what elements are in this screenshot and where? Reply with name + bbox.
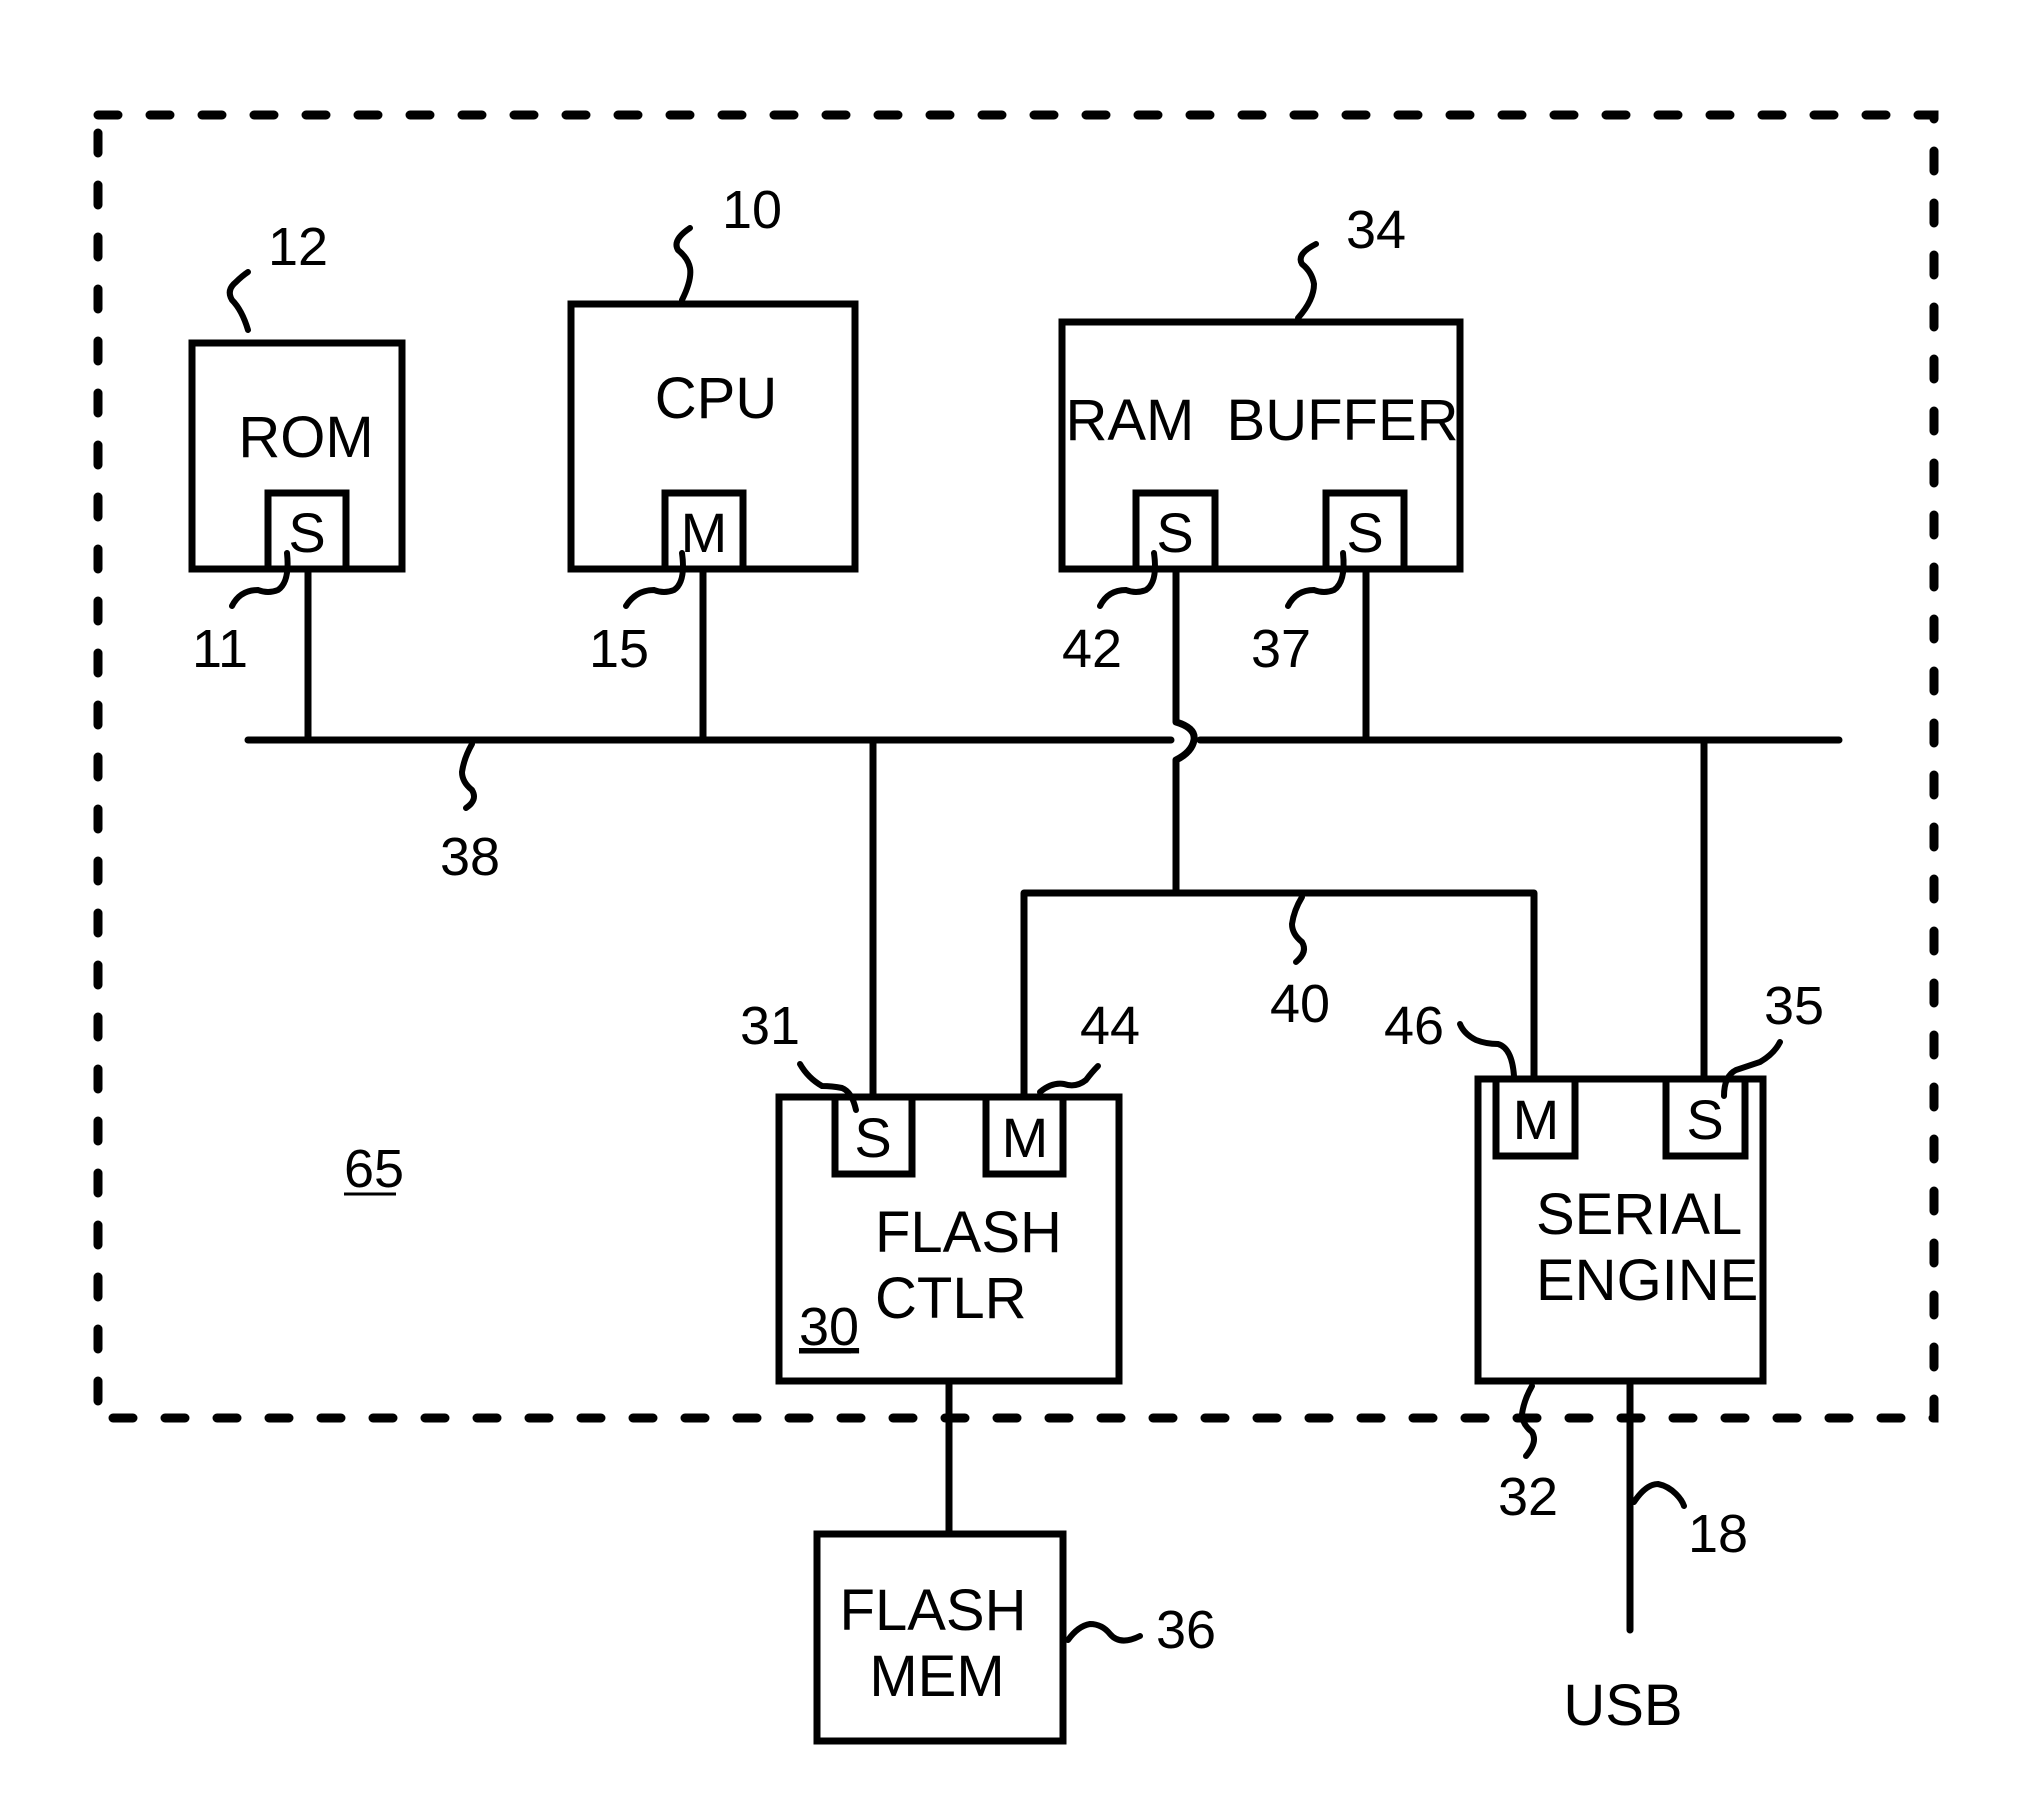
cpu-block: CPU M bbox=[567, 300, 859, 573]
rom-ref: 12 bbox=[268, 217, 328, 277]
flash-mem-label-line2: MEM bbox=[869, 1644, 1004, 1709]
flash-mem-ref: 36 bbox=[1156, 1600, 1216, 1660]
serial-master-leader bbox=[1457, 1021, 1517, 1079]
secondary-bus-ref: 40 bbox=[1270, 974, 1330, 1034]
serial-engine-label-line1: SERIAL bbox=[1536, 1182, 1742, 1247]
block-diagram: ROM S CPU M RAM BUFFER S S S M FLASH CTL… bbox=[93, 110, 1939, 1745]
flash-mem-block: FLASH MEM bbox=[813, 1530, 1067, 1745]
flash-ctlr-master-ref: 44 bbox=[1080, 996, 1140, 1056]
ram-port-37-ref: 37 bbox=[1251, 619, 1311, 679]
flash-ctlr-slave-ref: 31 bbox=[740, 996, 800, 1056]
rom-leader bbox=[226, 269, 251, 333]
container-ref: 65 bbox=[344, 1139, 404, 1199]
usb-leader bbox=[1631, 1480, 1687, 1509]
flash-ctlr-ref: 30 bbox=[799, 1297, 859, 1357]
cpu-port-label: M bbox=[681, 501, 728, 564]
serial-engine-label-line2: ENGINE bbox=[1536, 1248, 1758, 1313]
flash-ctlr-label-line2: CTLR bbox=[875, 1266, 1026, 1331]
cpu-leader bbox=[673, 225, 694, 303]
serial-master-ref: 46 bbox=[1384, 996, 1444, 1056]
serial-engine-block: M S SERIAL ENGINE bbox=[1474, 1075, 1767, 1385]
main-bus-ref: 38 bbox=[440, 827, 500, 887]
flash-ctlr-label-line1: FLASH bbox=[875, 1200, 1062, 1265]
cpu-ref: 10 bbox=[722, 180, 782, 240]
flash-ctlr-block: S M FLASH CTLR 30 bbox=[775, 1093, 1123, 1385]
rom-block: ROM S bbox=[188, 339, 406, 573]
main-bus-leader bbox=[458, 741, 477, 811]
flash-ctlr-master-label: M bbox=[1002, 1106, 1049, 1169]
serial-master-label: M bbox=[1513, 1088, 1560, 1151]
cpu-label: CPU bbox=[655, 366, 777, 431]
rom-label: ROM bbox=[238, 405, 373, 470]
ram-port-42-ref: 42 bbox=[1062, 619, 1122, 679]
ram-ref: 34 bbox=[1346, 200, 1406, 260]
serial-slave-ref: 35 bbox=[1764, 976, 1824, 1036]
ram-port-42-label: S bbox=[1156, 501, 1193, 564]
flash-mem-label-line1: FLASH bbox=[840, 1578, 1027, 1643]
ram-port-37-label: S bbox=[1346, 501, 1383, 564]
usb-label: USB bbox=[1563, 1673, 1682, 1738]
flash-ctlr-master-leader bbox=[1037, 1063, 1101, 1095]
serial-engine-ref: 32 bbox=[1498, 1467, 1558, 1527]
usb-ref: 18 bbox=[1688, 1504, 1748, 1564]
flash-mem-leader bbox=[1065, 1620, 1143, 1644]
rom-port-label: S bbox=[288, 501, 325, 564]
cpu-port-ref: 15 bbox=[589, 619, 649, 679]
rom-port-ref: 11 bbox=[192, 619, 248, 679]
ram-buffer-block: RAM BUFFER S S bbox=[1058, 318, 1464, 573]
serial-slave-label: S bbox=[1686, 1088, 1723, 1151]
secondary-bus-leader bbox=[1288, 894, 1307, 965]
ram-buffer-label: RAM BUFFER bbox=[1065, 388, 1458, 453]
ram-leader bbox=[1295, 241, 1319, 321]
flash-ctlr-slave-label: S bbox=[854, 1106, 891, 1169]
ram-port42-link bbox=[1172, 565, 1198, 897]
